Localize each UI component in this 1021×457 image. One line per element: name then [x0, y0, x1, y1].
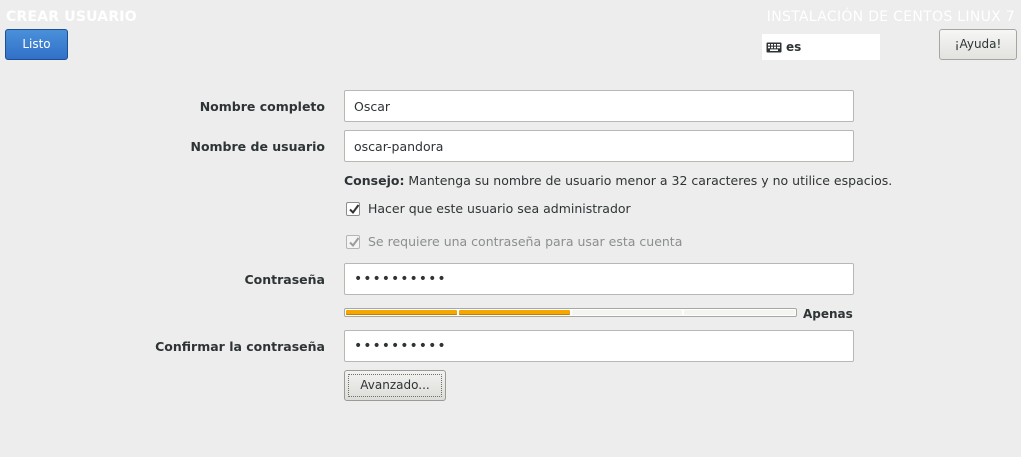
password-label: Contraseña — [244, 272, 326, 287]
keyboard-layout-label: es — [786, 40, 802, 54]
checkmark-icon — [349, 237, 360, 248]
done-button[interactable]: Listo — [5, 29, 68, 60]
confirm-password-label: Confirmar la contraseña — [155, 339, 325, 354]
password-input[interactable] — [344, 263, 854, 295]
username-hint: Consejo: Mantenga su nombre de usuario m… — [344, 173, 892, 189]
strength-segment — [346, 310, 457, 315]
strength-segment — [458, 310, 570, 315]
confirm-password-input[interactable] — [344, 330, 854, 362]
admin-checkbox-label: Hacer que este usuario sea administrador — [368, 201, 631, 216]
help-button[interactable]: ¡Ayuda! — [939, 29, 1017, 60]
checkmark-icon — [349, 204, 360, 215]
admin-checkbox[interactable] — [346, 202, 360, 216]
keyboard-icon — [766, 38, 782, 57]
hint-text: Mantenga su nombre de usuario menor a 32… — [404, 173, 893, 188]
fullname-label: Nombre completo — [199, 99, 325, 114]
username-label: Nombre de usuario — [190, 139, 325, 154]
keyboard-layout-indicator[interactable]: es — [762, 34, 880, 60]
require-password-checkbox-row: Se requiere una contraseña para usar est… — [346, 234, 682, 250]
install-title: INSTALACIÓN DE CENTOS LINUX 7 — [766, 9, 1015, 25]
require-password-checkbox-label: Se requiere una contraseña para usar est… — [368, 234, 683, 249]
fullname-input[interactable] — [344, 90, 854, 122]
admin-checkbox-row[interactable]: Hacer que este usuario sea administrador — [346, 201, 631, 217]
require-password-checkbox — [346, 235, 360, 249]
strength-segment — [684, 310, 795, 315]
username-input[interactable] — [344, 130, 854, 162]
password-strength-label: Apenas — [803, 307, 853, 321]
strength-segment — [571, 310, 683, 315]
hint-prefix: Consejo: — [344, 173, 405, 188]
page-title: CREAR USUARIO — [6, 9, 137, 25]
password-strength-bar — [344, 308, 797, 317]
advanced-button[interactable]: Avanzado... — [344, 370, 446, 401]
